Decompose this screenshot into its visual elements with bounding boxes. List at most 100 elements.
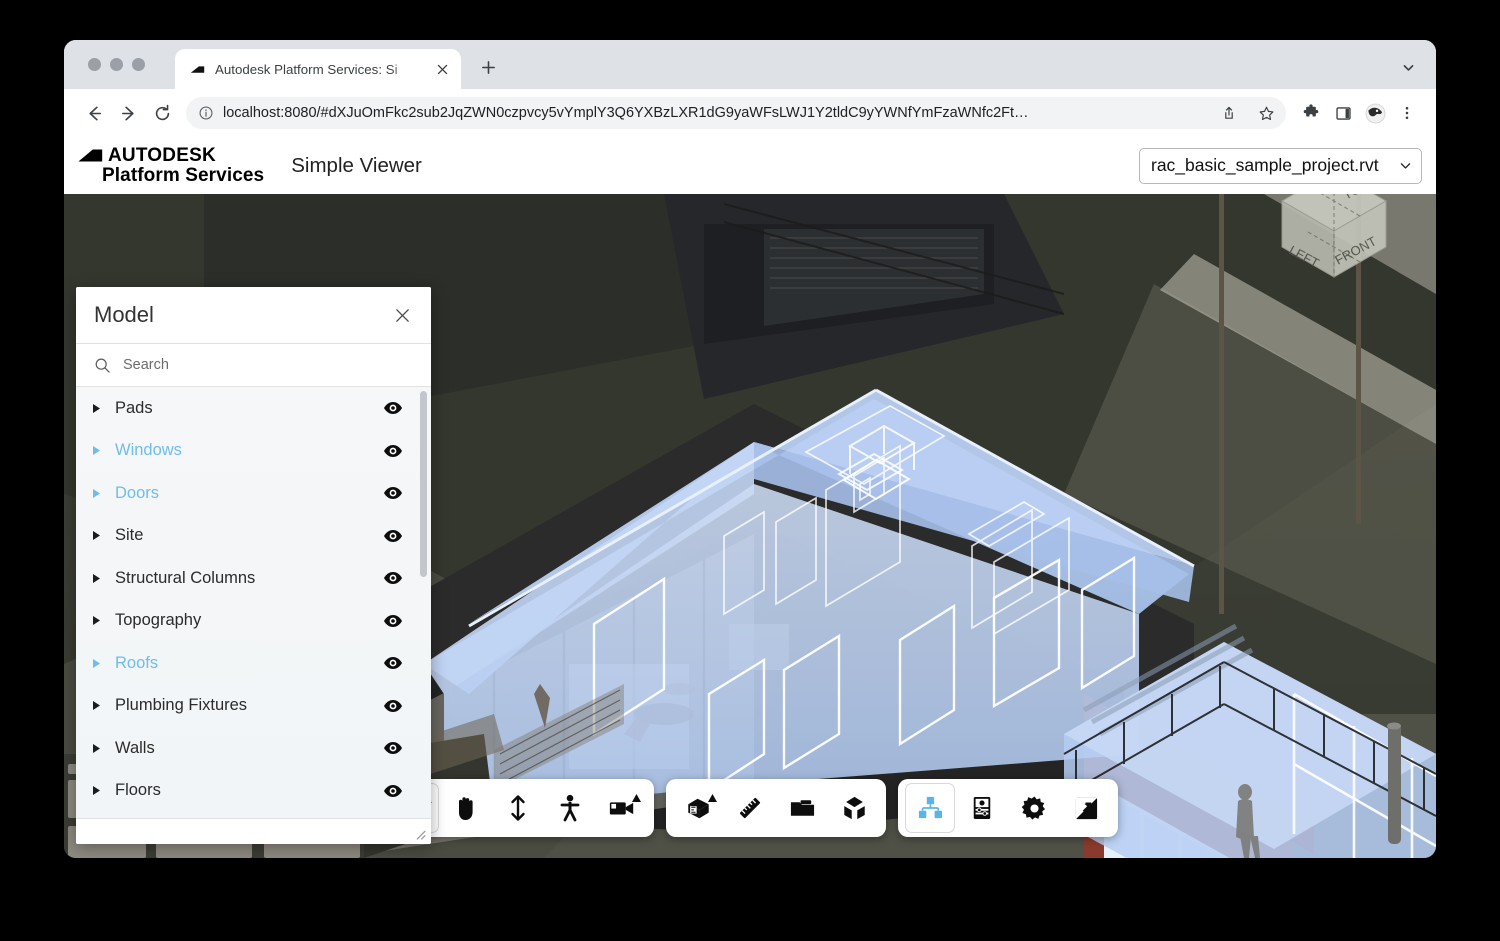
new-tab-button[interactable] [474, 53, 502, 81]
url-text: localhost:8080/#dXJuOmFkc2sub2JqZWN0czpv… [223, 105, 1029, 121]
model-tree-tool[interactable] [905, 783, 955, 833]
visibility-eye-icon[interactable] [382, 780, 404, 802]
tree-node-plumbing-fixtures[interactable]: Plumbing Fixtures [76, 685, 431, 728]
tab-strip: Autodesk Platform Services: Si [64, 40, 1436, 89]
panel-search-row[interactable]: Search [76, 344, 431, 387]
expand-caret-icon[interactable] [92, 785, 112, 796]
chrome-menu-icon[interactable] [1392, 97, 1422, 129]
tree-node-walls[interactable]: Walls [76, 727, 431, 770]
pan-tool[interactable] [441, 783, 491, 833]
forward-button[interactable] [112, 97, 144, 129]
fullscreen-tool[interactable] [1061, 783, 1111, 833]
autodesk-favicon [190, 65, 205, 73]
expand-caret-icon[interactable] [92, 573, 112, 584]
visibility-eye-icon[interactable] [382, 397, 404, 419]
close-panel-button[interactable] [389, 302, 415, 328]
address-bar[interactable]: localhost:8080/#dXJuOmFkc2sub2JqZWN0czpv… [186, 97, 1286, 129]
tree-node-label: Site [115, 526, 144, 545]
expand-caret-icon[interactable] [92, 743, 112, 754]
page-viewport: TOP LEFT FRONT AUTODESK Platform Serv [64, 137, 1436, 858]
model-tree[interactable]: Pads Windows Doors Site Structural Columns To… [76, 387, 431, 818]
camera-tool[interactable] [597, 783, 647, 833]
explode-folder-tool[interactable] [777, 783, 827, 833]
tree-node-windows[interactable]: Windows [76, 430, 431, 473]
tree-node-roofs[interactable]: Roofs [76, 642, 431, 685]
window-controls[interactable] [88, 58, 145, 71]
expand-caret-icon[interactable] [92, 488, 112, 499]
extensions-puzzle-icon[interactable] [1296, 97, 1326, 129]
tree-node-label: Walls [115, 738, 155, 757]
visibility-eye-icon[interactable] [382, 525, 404, 547]
bookmark-star-icon[interactable] [1252, 99, 1280, 127]
share-icon[interactable] [1215, 99, 1243, 127]
brand-line-2: Platform Services [102, 165, 265, 186]
browser-tab[interactable]: Autodesk Platform Services: Si [175, 49, 461, 89]
tree-node-label: Doors [115, 483, 160, 502]
tree-node-label: Plumbing Fixtures [115, 696, 248, 715]
tree-node-topography[interactable]: Topography [76, 600, 431, 643]
visibility-eye-icon[interactable] [382, 737, 404, 759]
settings-tool[interactable] [1009, 783, 1059, 833]
expand-caret-icon[interactable] [92, 700, 112, 711]
expand-caret-icon[interactable] [92, 403, 112, 414]
browser-toolbar: localhost:8080/#dXJuOmFkc2sub2JqZWN0czpv… [64, 89, 1436, 137]
visibility-eye-icon[interactable] [382, 695, 404, 717]
search-icon [95, 358, 110, 373]
explode-tool[interactable] [829, 783, 879, 833]
expand-caret-icon[interactable] [92, 530, 112, 541]
browser-window: Autodesk Platform Services: Si localhost… [64, 40, 1436, 858]
autodesk-logo-mark [78, 149, 103, 162]
panel-footer [76, 818, 431, 844]
maximize-window-button[interactable] [132, 58, 145, 71]
profile-avatar[interactable] [1360, 97, 1390, 129]
tree-node-label: Pads [115, 398, 153, 417]
model-select-value: rac_basic_sample_project.rvt [1151, 155, 1379, 175]
close-window-button[interactable] [88, 58, 101, 71]
tree-node-label: Topography [115, 611, 202, 630]
tree-node-doors[interactable]: Doors [76, 472, 431, 515]
brand-line-1: AUTODESK [108, 144, 216, 166]
panel-tools [898, 779, 1118, 837]
tree-scrollbar[interactable] [420, 387, 427, 818]
first-person-tool[interactable] [545, 783, 595, 833]
tree-node-label: Windows [115, 441, 182, 460]
tree-node-structural-columns[interactable]: Structural Columns [76, 557, 431, 600]
site-info-icon[interactable] [198, 105, 214, 121]
flyout-triangle-icon[interactable] [632, 789, 641, 807]
page-title: Simple Viewer [291, 153, 422, 177]
tab-title: Autodesk Platform Services: Si [215, 61, 398, 77]
autodesk-logo[interactable]: AUTODESK Platform Services [78, 144, 265, 186]
tree-scrollbar-thumb[interactable] [420, 391, 427, 577]
model-tools [666, 779, 886, 837]
tree-node-pads[interactable]: Pads [76, 387, 431, 430]
minimize-window-button[interactable] [110, 58, 123, 71]
model-structure-panel: Model Search Pads Windows Doors Site Structu… [76, 287, 431, 844]
flyout-triangle-icon[interactable] [708, 789, 717, 807]
tree-node-site[interactable]: Site [76, 515, 431, 558]
search-input[interactable]: Search [123, 357, 169, 373]
visibility-eye-icon[interactable] [382, 440, 404, 462]
tree-node-label: Structural Columns [115, 568, 256, 587]
expand-caret-icon[interactable] [92, 658, 112, 669]
close-tab-icon[interactable] [431, 58, 453, 80]
zoom-tool[interactable] [493, 783, 543, 833]
model-select[interactable]: rac_basic_sample_project.rvt [1139, 147, 1422, 184]
app-header: AUTODESK Platform Services Simple Viewer… [64, 137, 1436, 194]
visibility-eye-icon[interactable] [382, 482, 404, 504]
side-panel-icon[interactable] [1328, 97, 1358, 129]
visibility-eye-icon[interactable] [382, 652, 404, 674]
section-tool[interactable] [673, 783, 723, 833]
expand-caret-icon[interactable] [92, 445, 112, 456]
back-button[interactable] [78, 97, 110, 129]
visibility-eye-icon[interactable] [382, 567, 404, 589]
visibility-eye-icon[interactable] [382, 610, 404, 632]
tab-search-icon[interactable] [1394, 53, 1422, 81]
tree-node-label: Floors [115, 781, 161, 800]
chevron-down-icon [1400, 163, 1411, 169]
resize-grip-icon[interactable] [413, 827, 426, 840]
tree-node-floors[interactable]: Floors [76, 770, 431, 813]
expand-caret-icon[interactable] [92, 615, 112, 626]
properties-tool[interactable] [957, 783, 1007, 833]
reload-button[interactable] [146, 97, 178, 129]
measure-tool[interactable] [725, 783, 775, 833]
